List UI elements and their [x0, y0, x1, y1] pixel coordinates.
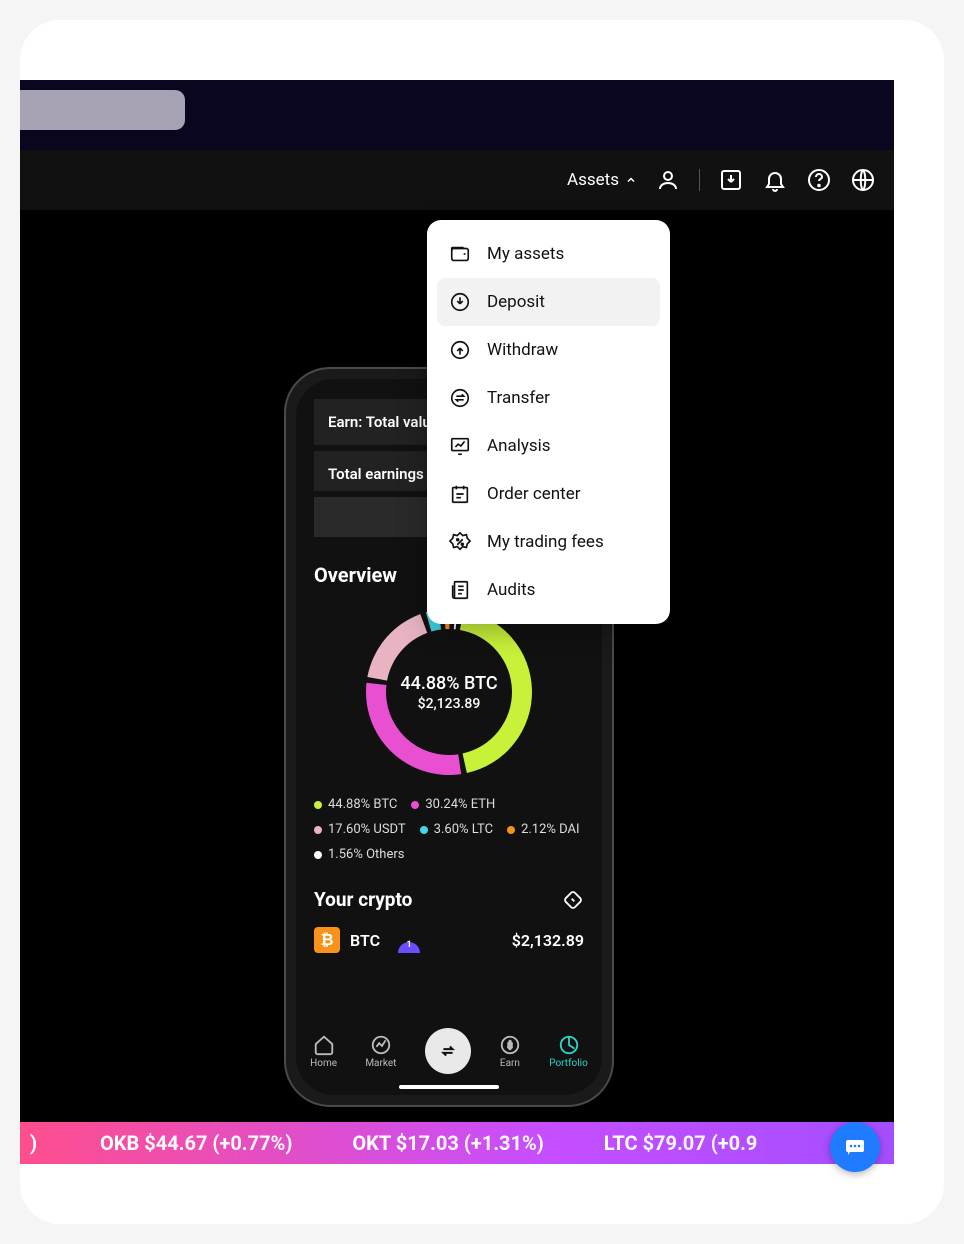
dd-label: Withdraw [487, 340, 558, 360]
btc-badge-icon: ₿ [314, 927, 340, 953]
nav-trade-button[interactable] [425, 1028, 471, 1074]
chevron-up-icon [625, 174, 637, 186]
analysis-icon [449, 435, 471, 457]
dd-label: Analysis [487, 436, 551, 456]
market-icon [370, 1034, 392, 1056]
dd-order-center[interactable]: Order center [437, 470, 660, 518]
trade-icon [437, 1040, 459, 1062]
user-icon[interactable] [655, 167, 681, 193]
portfolio-donut: 44.88% BTC $2,123.89 [354, 597, 544, 787]
top-nav: Assets [20, 150, 894, 210]
home-icon [313, 1034, 335, 1056]
bell-icon[interactable] [762, 167, 788, 193]
earnings-title: Total earnings [328, 465, 424, 483]
dd-label: Audits [487, 580, 535, 600]
chat-icon [843, 1135, 867, 1159]
legend-label: 44.88% BTC [328, 797, 397, 812]
wallet-icon [449, 243, 471, 265]
crypto-value: $2,132.89 [512, 931, 584, 950]
legend-label: 1.56% Others [328, 847, 404, 862]
ticker-item: LTC $79.07 (+0.9 [604, 1131, 758, 1155]
legend-item: 44.88% BTC [314, 797, 397, 812]
home-indicator [399, 1085, 499, 1089]
nav-portfolio[interactable]: Portfolio [549, 1034, 588, 1069]
bottom-nav: Home Market $ Earn Portfolio [296, 1019, 602, 1083]
legend-label: 3.60% LTC [434, 822, 493, 837]
ticker-item: OKB $44.67 (+0.77%) [100, 1131, 292, 1155]
ticker-fragment: ) [30, 1131, 37, 1155]
crypto-row-btc[interactable]: ₿ BTC $2,132.89 [314, 927, 584, 953]
dd-label: Order center [487, 484, 581, 504]
donut-center-line2: $2,123.89 [418, 696, 481, 712]
dd-transfer[interactable]: Transfer [437, 374, 660, 422]
nav-market-label: Market [365, 1058, 396, 1069]
nav-earn[interactable]: $ Earn [499, 1034, 521, 1069]
legend-item: 30.24% ETH [411, 797, 495, 812]
dd-trading-fees[interactable]: My trading fees [437, 518, 660, 566]
svg-text:$: $ [507, 1040, 512, 1051]
legend: 44.88% BTC 30.24% ETH 17.60% USDT 3.60% LTC… [314, 797, 584, 862]
help-icon[interactable] [806, 167, 832, 193]
legend-dot [411, 801, 419, 809]
earn-title: Earn: Total valu [328, 413, 431, 431]
fees-icon [449, 531, 471, 553]
dd-label: Transfer [487, 388, 550, 408]
crypto-symbol: BTC [350, 931, 380, 950]
audits-icon [449, 579, 471, 601]
nav-home-label: Home [310, 1058, 337, 1069]
globe-icon[interactable] [850, 167, 876, 193]
ticker-item: OKT $17.03 (+1.31%) [352, 1131, 543, 1155]
withdraw-icon [449, 339, 471, 361]
legend-label: 2.12% DAI [521, 822, 580, 837]
legend-label: 30.24% ETH [425, 797, 495, 812]
nav-earn-label: Earn [500, 1058, 520, 1069]
dd-audits[interactable]: Audits [437, 566, 660, 614]
dd-deposit[interactable]: Deposit [437, 278, 660, 326]
download-icon[interactable] [718, 167, 744, 193]
dd-label: My trading fees [487, 532, 604, 552]
order-center-icon [449, 483, 471, 505]
price-ticker: OKB $44.67 (+0.77%) OKT $17.03 (+1.31%) LT… [20, 1122, 894, 1164]
chat-button[interactable] [830, 1122, 880, 1172]
app-card: Assets My assets Deposit [20, 20, 944, 1224]
nav-market[interactable]: Market [365, 1034, 396, 1069]
deposit-icon [449, 291, 471, 313]
donut-center: 44.88% BTC $2,123.89 [354, 597, 544, 787]
dd-label: My assets [487, 244, 564, 264]
portfolio-icon [558, 1034, 580, 1056]
your-crypto-title: Your crypto [314, 888, 412, 911]
brand-placeholder [20, 90, 185, 130]
nav-separator [699, 169, 700, 191]
sort-icon[interactable] [562, 889, 584, 911]
legend-dot [314, 801, 322, 809]
dd-withdraw[interactable]: Withdraw [437, 326, 660, 374]
dd-my-assets[interactable]: My assets [437, 230, 660, 278]
legend-dot [314, 826, 322, 834]
notification-badge [398, 942, 420, 953]
legend-item: 17.60% USDT [314, 822, 406, 837]
nav-home[interactable]: Home [310, 1034, 337, 1069]
legend-item: 3.60% LTC [420, 822, 493, 837]
donut-center-line1: 44.88% BTC [400, 673, 497, 694]
legend-dot [507, 826, 515, 834]
assets-label: Assets [567, 170, 619, 190]
assets-dropdown-button[interactable]: Assets [567, 170, 637, 190]
nav-portfolio-label: Portfolio [549, 1058, 588, 1069]
dd-label: Deposit [487, 292, 545, 312]
dd-analysis[interactable]: Analysis [437, 422, 660, 470]
legend-dot [420, 826, 428, 834]
legend-dot [314, 851, 322, 859]
transfer-icon [449, 387, 471, 409]
legend-item: 1.56% Others [314, 847, 404, 862]
legend-label: 17.60% USDT [328, 822, 406, 837]
assets-dropdown: My assets Deposit Withdraw Transfer Anal… [427, 220, 670, 624]
legend-item: 2.12% DAI [507, 822, 580, 837]
your-crypto-header: Your crypto [314, 888, 584, 911]
earn-icon: $ [499, 1034, 521, 1056]
